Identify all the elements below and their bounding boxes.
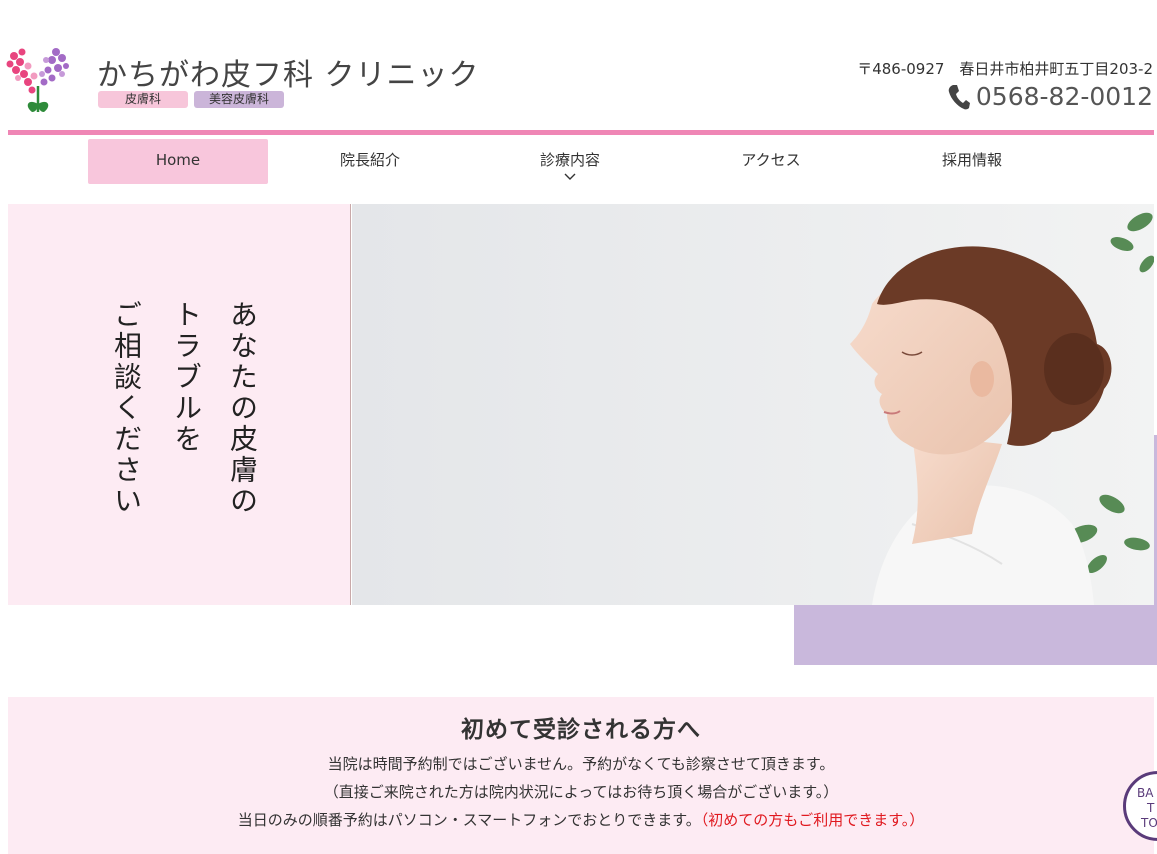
first-visit-line-3: 当日のみの順番予約はパソコン・スマートフォンでおとりできます。（初めての方もご利… xyxy=(8,806,1154,834)
nav-services-label: 診療内容 xyxy=(539,151,600,169)
main-nav: Home 院長紹介 診療内容 アクセス 採用情報 xyxy=(0,138,1157,188)
tag-cosmetic-dermatology: 美容皮膚科 xyxy=(194,91,284,108)
clinic-address: 〒486-0927 春日井市柏井町五丁目203-2 xyxy=(857,60,1153,78)
first-visit-line-1: 当院は時間予約制ではございません。予約がなくても診察させて頂きます。 xyxy=(327,755,835,773)
catch-line-1: あなたの皮膚の xyxy=(226,300,259,517)
nav-home-label: Home xyxy=(155,151,201,169)
nav-director[interactable]: 院長紹介 xyxy=(280,139,460,184)
first-visit-title: 初めて受診される方へ xyxy=(461,717,701,743)
hero-section: あなたの皮膚の トラブルを ご相談ください xyxy=(8,204,1154,605)
site-header: かちがわ皮フ科 クリニック 皮膚科 美容皮膚科 〒486-0927 春日井市柏井… xyxy=(0,0,1157,130)
hero-photo xyxy=(352,204,1154,605)
woman-profile-illustration xyxy=(352,204,1154,605)
nav-recruit[interactable]: 採用情報 xyxy=(882,139,1062,184)
first-visit-section: 初めて受診される方へ 当院は時間予約制ではございません。予約がなくても診察させて… xyxy=(8,697,1154,854)
clinic-name[interactable]: かちがわ皮フ科 クリニック xyxy=(97,50,480,94)
first-visit-note: （初めての方もご利用できます。） xyxy=(700,811,925,829)
catch-line-3: ご相談ください xyxy=(110,300,143,517)
nav-recruit-label: 採用情報 xyxy=(941,151,1002,169)
nav-access-label: アクセス xyxy=(741,151,801,169)
nav-home[interactable]: Home xyxy=(88,139,268,184)
back-to-top-line-2: T xyxy=(1147,801,1155,815)
back-to-top-line-1: BA xyxy=(1137,786,1154,800)
nav-services[interactable]: 診療内容 xyxy=(480,139,660,184)
phone-number[interactable]: 0568-82-0012 xyxy=(976,82,1153,111)
first-visit-line-2: （直接ご来院された方は院内状況によってはお待ち頂く場合がございます。） xyxy=(323,783,839,801)
tag-dermatology: 皮膚科 xyxy=(98,91,188,108)
catch-line-2: トラブルを xyxy=(170,300,203,455)
hero-accent-block xyxy=(794,605,1157,665)
flower-logo-icon[interactable] xyxy=(6,46,70,118)
back-to-top-line-3: TO xyxy=(1141,816,1157,830)
chevron-down-icon[interactable] xyxy=(564,171,576,181)
header-divider xyxy=(8,130,1154,135)
phone-icon xyxy=(948,84,970,109)
clinic-phone[interactable]: 0568-82-0012 xyxy=(948,82,1153,111)
hero-catch-panel: あなたの皮膚の トラブルを ご相談ください xyxy=(8,204,351,605)
first-visit-line-3-text: 当日のみの順番予約はパソコン・スマートフォンでおとりできます。 xyxy=(237,811,701,829)
nav-access[interactable]: アクセス xyxy=(681,139,861,184)
nav-director-label: 院長紹介 xyxy=(339,151,400,169)
